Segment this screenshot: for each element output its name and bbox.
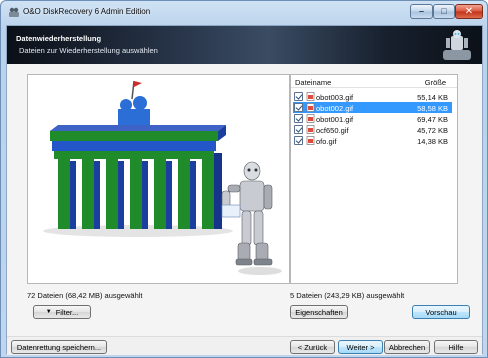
wizard-body: Dateiname Größe obot003.gif 55,14 KB obo… [7,64,482,355]
preview-button[interactable]: Vorschau [412,305,470,319]
file-row[interactable]: obot003.gif 55,14 KB [293,91,452,102]
gif-file-icon [306,92,315,101]
wizard-step-subtitle: Dateien zur Wiederherstellung auswählen [19,46,158,55]
file-checkbox[interactable] [294,103,303,112]
file-size: 58,58 KB [417,104,448,113]
save-recovery-button-label: Datenrettung speichern... [16,342,102,352]
oo-app-icon [9,7,19,17]
minimize-button[interactable]: – [410,4,433,19]
file-row[interactable]: obot001.gif 69,47 KB [293,113,452,124]
title-bar[interactable]: O&O DiskRecovery 6 Admin Edition – □ ✕ [1,1,487,25]
gif-file-icon [306,136,315,145]
wizard-header: Datenwiederherstellung Dateien zur Wiede… [7,26,482,64]
preview-image [28,75,289,283]
preview-button-label: Vorschau [425,307,457,317]
app-window: O&O DiskRecovery 6 Admin Edition – □ ✕ D… [0,0,488,358]
preview-status-text: 72 Dateien (68,42 MB) ausgewählt [27,291,143,300]
file-name: obot001.gif [316,115,354,124]
file-size: 55,14 KB [417,93,448,102]
gif-file-icon [306,125,315,134]
filter-button[interactable]: ▼ Filter... [33,305,91,319]
image-preview-pane [27,74,290,284]
file-size: 14,38 KB [417,137,448,146]
cancel-button[interactable]: Abbrechen [384,340,430,354]
file-name: ocf650.gif [316,126,349,135]
column-header-size[interactable]: Größe [425,78,446,87]
file-list-header: Dateiname Größe [291,75,457,88]
file-checkbox[interactable] [294,125,303,134]
file-list[interactable]: Dateiname Größe obot003.gif 55,14 KB obo… [290,74,458,284]
file-row-selected[interactable]: obot002.gif 58,58 KB [293,102,452,113]
file-status-text: 5 Dateien (243,29 KB) ausgewählt [290,291,405,300]
gif-file-icon [306,114,315,123]
gif-file-icon [306,103,315,112]
maximize-icon: □ [441,6,447,16]
cancel-button-label: Abbrechen [388,342,426,352]
next-button-label: Weiter > [346,342,375,352]
file-checkbox[interactable] [294,136,303,145]
file-name: obot003.gif [316,93,354,102]
window-title: O&O DiskRecovery 6 Admin Edition [23,7,151,16]
properties-button-label: Eigenschaften [295,307,343,317]
triangle-down-icon: ▼ [45,309,52,315]
close-icon: ✕ [464,5,474,17]
wizard-client-area: Datenwiederherstellung Dateien zur Wiede… [6,25,483,355]
file-checkbox[interactable] [294,114,303,123]
file-name: obot002.gif [316,104,354,113]
maximize-button[interactable]: □ [433,4,455,19]
file-checkbox[interactable] [294,92,303,101]
file-name: ofo.gif [316,137,337,146]
file-size: 69,47 KB [417,115,448,124]
properties-button[interactable]: Eigenschaften [290,305,348,319]
back-button[interactable]: < Zurück [290,340,335,354]
back-button-label: < Zurück [297,342,328,352]
file-row[interactable]: ocf650.gif 45,72 KB [293,124,452,135]
close-button[interactable]: ✕ [455,4,483,19]
filter-button-label: Filter... [55,307,79,317]
help-button-label: Hilfe [448,342,464,352]
file-size: 45,72 KB [417,126,448,135]
column-header-name[interactable]: Dateiname [295,78,331,87]
wizard-step-title: Datenwiederherstellung [16,34,102,43]
file-row[interactable]: ofo.gif 14,38 KB [293,135,452,146]
save-recovery-button[interactable]: Datenrettung speichern... [11,340,107,354]
minimize-icon: – [418,6,424,16]
header-robot-logo [443,30,471,60]
next-button[interactable]: Weiter > [338,340,383,354]
help-button[interactable]: Hilfe [434,340,478,354]
